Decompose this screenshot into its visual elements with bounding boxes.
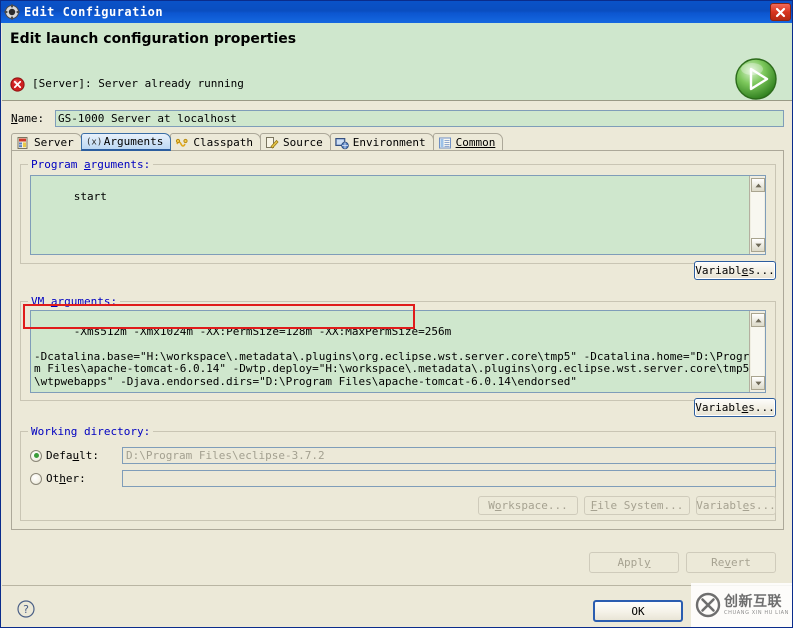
button-label: Revert (711, 556, 751, 569)
run-play-icon (733, 56, 779, 102)
arguments-tab-panel: Program arguments: start Variables... VM… (11, 150, 784, 530)
working-dir-variables-button[interactable]: Variables... (696, 496, 776, 515)
scroll-track[interactable] (751, 327, 764, 376)
source-pencil-icon (265, 136, 279, 150)
button-label: OK (631, 604, 645, 618)
name-label: Name: (11, 111, 45, 125)
tab-label: Environment (352, 136, 426, 149)
ok-button[interactable]: OK (593, 600, 683, 622)
vm-arguments-label: VM arguments: (28, 295, 121, 308)
file-system-button[interactable]: File System... (584, 496, 690, 515)
apply-button[interactable]: Apply (589, 552, 679, 573)
program-arguments-variables-button[interactable]: Variables... (694, 261, 776, 280)
scroll-down-arrow[interactable] (751, 376, 765, 390)
default-radio[interactable] (30, 449, 42, 462)
working-directory-label: Working directory: (28, 425, 154, 438)
button-label: Workspace... (488, 499, 568, 512)
tab-label: Classpath (193, 136, 253, 149)
button-label: Apply (617, 556, 651, 569)
watermark-overlay: 创新互联 CHUANG XIN HU LIAN (691, 583, 792, 627)
tab-label: Server (34, 136, 74, 149)
window-title: Edit Configuration (24, 5, 164, 19)
scroll-up-arrow[interactable] (751, 313, 765, 327)
tab-label: Source (282, 136, 323, 149)
watermark-pinyin: CHUANG XIN HU LIAN (724, 609, 789, 616)
close-button[interactable] (770, 3, 791, 21)
default-directory-field: D:\Program Files\eclipse-3.7.2 (122, 447, 776, 464)
other-radio[interactable] (30, 472, 42, 485)
status-message: [Server]: Server already running (32, 77, 244, 90)
environment-icon (335, 136, 349, 150)
vm-arguments-rest: -Dcatalina.base="H:\workspace\.metadata\… (34, 349, 756, 388)
working-dir-default-row[interactable]: Default: (30, 449, 99, 462)
name-row: Name: (11, 109, 784, 127)
watermark-text: 创新互联 CHUANG XIN HU LIAN (724, 595, 789, 616)
scroll-track[interactable] (751, 192, 764, 238)
working-dir-other-row[interactable]: Other: (30, 472, 86, 485)
revert-button[interactable]: Revert (686, 552, 776, 573)
title-bar: Edit Configuration (1, 1, 792, 23)
vm-arguments-scrollbar[interactable] (749, 311, 765, 392)
program-arguments-label: Program arguments: (28, 158, 154, 171)
button-label: Variables... (695, 264, 775, 277)
error-icon (10, 77, 25, 92)
tab-strip: Server (x)= Arguments Classpath (11, 133, 784, 151)
gear-icon (4, 4, 20, 20)
edit-configuration-dialog: Edit Configuration Edit launch configura… (0, 0, 793, 628)
common-list-icon (438, 136, 452, 150)
default-radio-label: Default: (46, 449, 99, 462)
tab-arguments[interactable]: (x)= Arguments (80, 133, 172, 151)
page-title: Edit launch configuration properties (10, 31, 297, 47)
cx-circle-logo-icon (695, 592, 721, 618)
variables-xy-icon: (x)= (86, 135, 108, 149)
svg-text:?: ? (23, 603, 29, 616)
tab-server[interactable]: Server (11, 133, 82, 151)
tab-classpath[interactable]: Classpath (170, 133, 261, 151)
program-arguments-scrollbar[interactable] (749, 176, 765, 254)
workspace-button[interactable]: Workspace... (478, 496, 578, 515)
footer-divider (2, 585, 792, 586)
tab-source[interactable]: Source (259, 133, 331, 151)
help-question-icon[interactable]: ? (17, 600, 35, 618)
button-label: Variables... (696, 499, 776, 512)
watermark-cn: 创新互联 (724, 593, 782, 610)
scroll-down-arrow[interactable] (751, 238, 765, 252)
other-radio-label: Other: (46, 472, 86, 485)
button-label: Variables... (695, 401, 775, 414)
server-icon (16, 136, 30, 150)
vm-arguments-textarea[interactable]: -Xms512m -Xmx1024m -XX:PermSize=128m -XX… (30, 310, 766, 393)
dialog-header: Edit launch configuration properties [Se… (2, 23, 792, 102)
program-arguments-textarea[interactable]: start (30, 175, 766, 255)
svg-text:(x)=: (x)= (86, 137, 102, 147)
button-label: File System... (590, 499, 684, 512)
classpath-icon (175, 136, 189, 150)
tab-label: Common (455, 136, 496, 149)
other-directory-field[interactable] (122, 470, 776, 487)
vm-arguments-line1: -Xms512m -Xmx1024m -XX:PermSize=128m -XX… (73, 324, 452, 338)
tab-environment[interactable]: Environment (329, 133, 434, 151)
tab-label: Arguments (103, 135, 164, 148)
vm-arguments-variables-button[interactable]: Variables... (694, 398, 776, 417)
tab-common[interactable]: Common (432, 133, 504, 151)
name-input[interactable] (55, 109, 784, 127)
close-icon (775, 7, 786, 17)
program-arguments-value: start (73, 189, 107, 203)
scroll-up-arrow[interactable] (751, 178, 765, 192)
